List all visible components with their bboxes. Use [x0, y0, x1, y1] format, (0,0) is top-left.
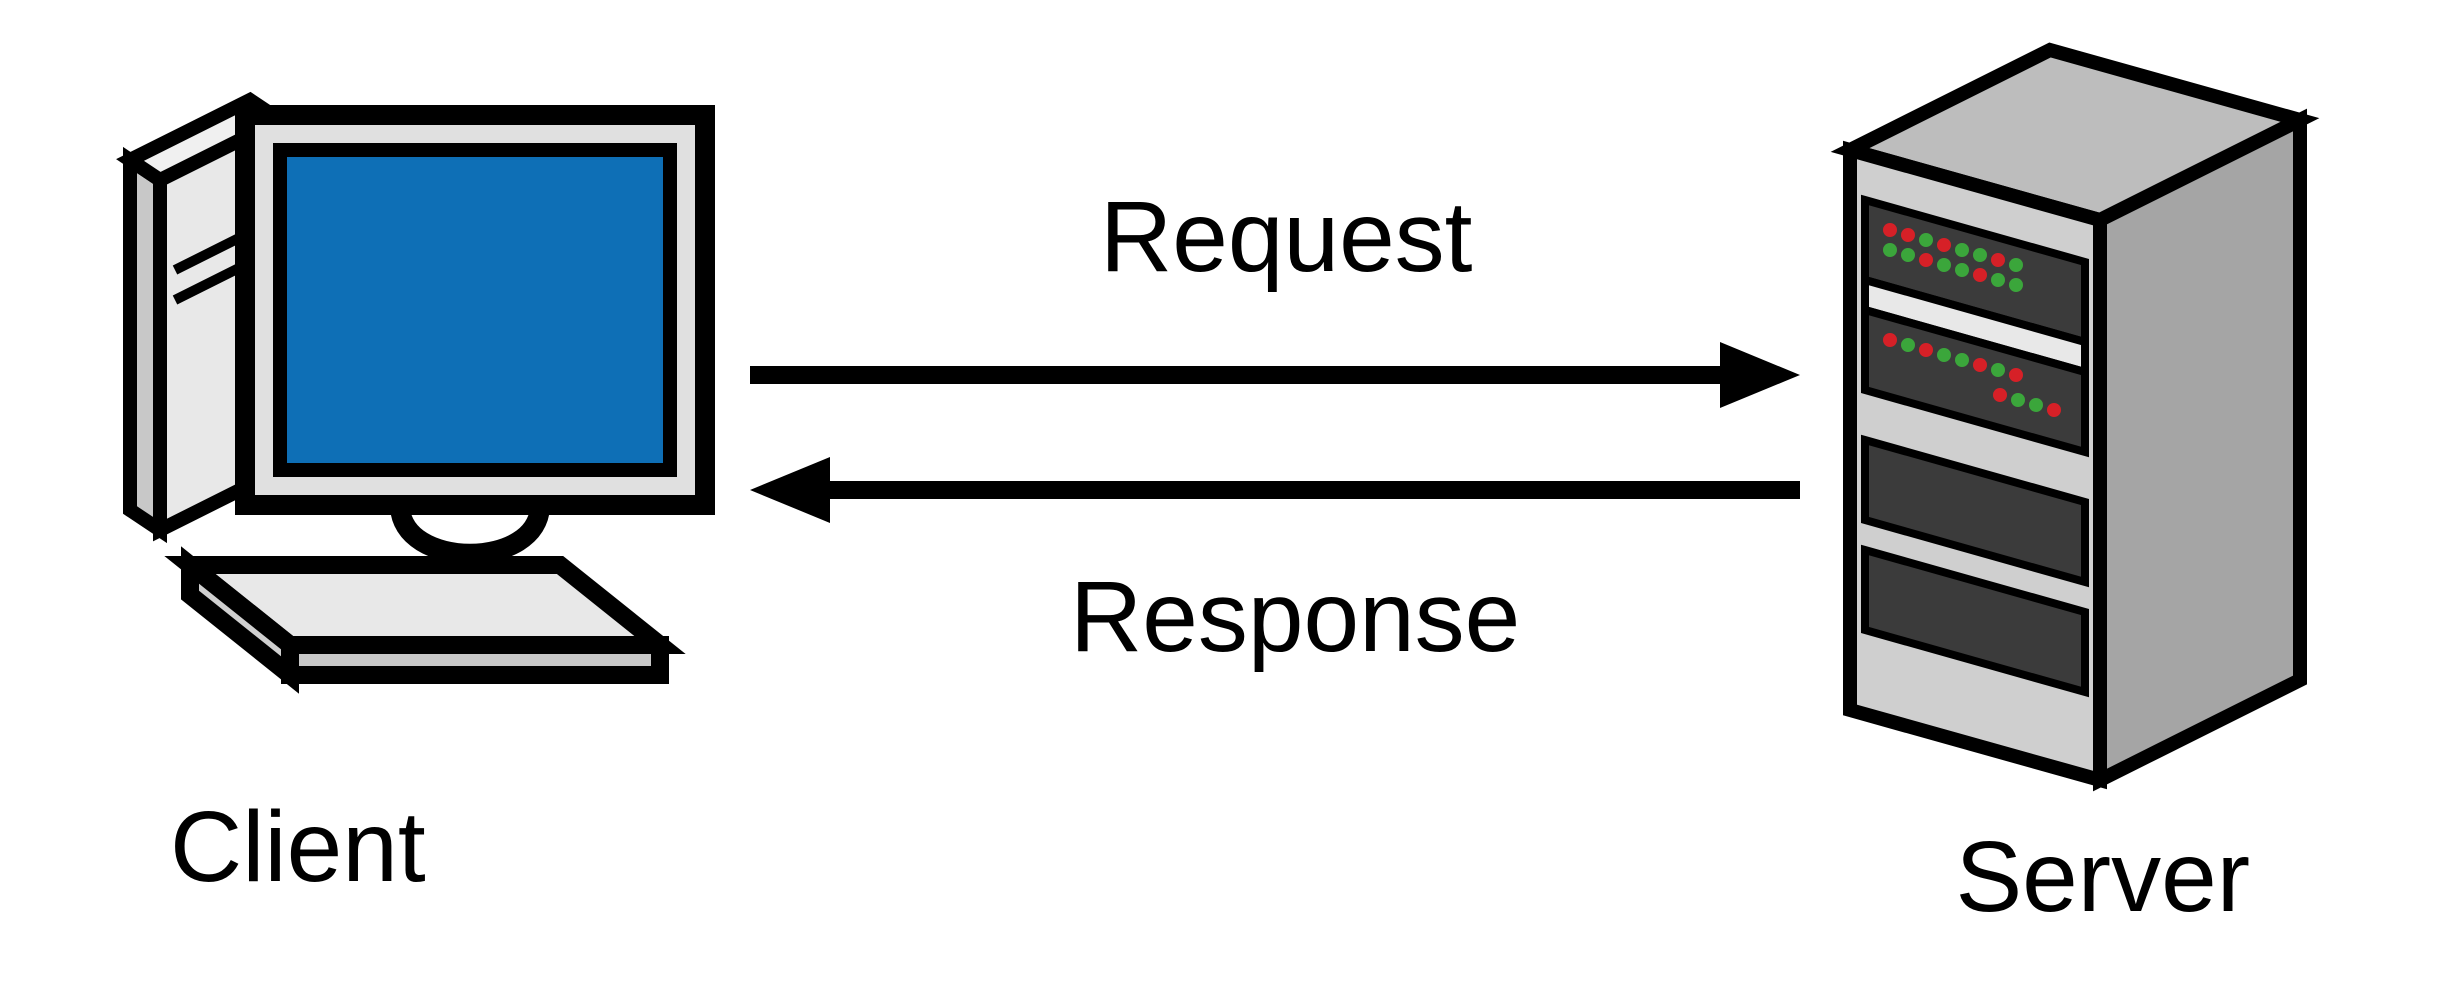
client-computer-icon: [100, 60, 740, 700]
client-label: Client: [170, 790, 426, 905]
client-server-diagram: Request Response Client Server: [0, 0, 2440, 988]
request-response-arrows: [740, 330, 1810, 590]
response-label: Response: [1070, 560, 1520, 675]
request-label: Request: [1100, 180, 1472, 295]
server-label: Server: [1955, 820, 2250, 935]
server-tower-icon: [1830, 40, 2320, 800]
